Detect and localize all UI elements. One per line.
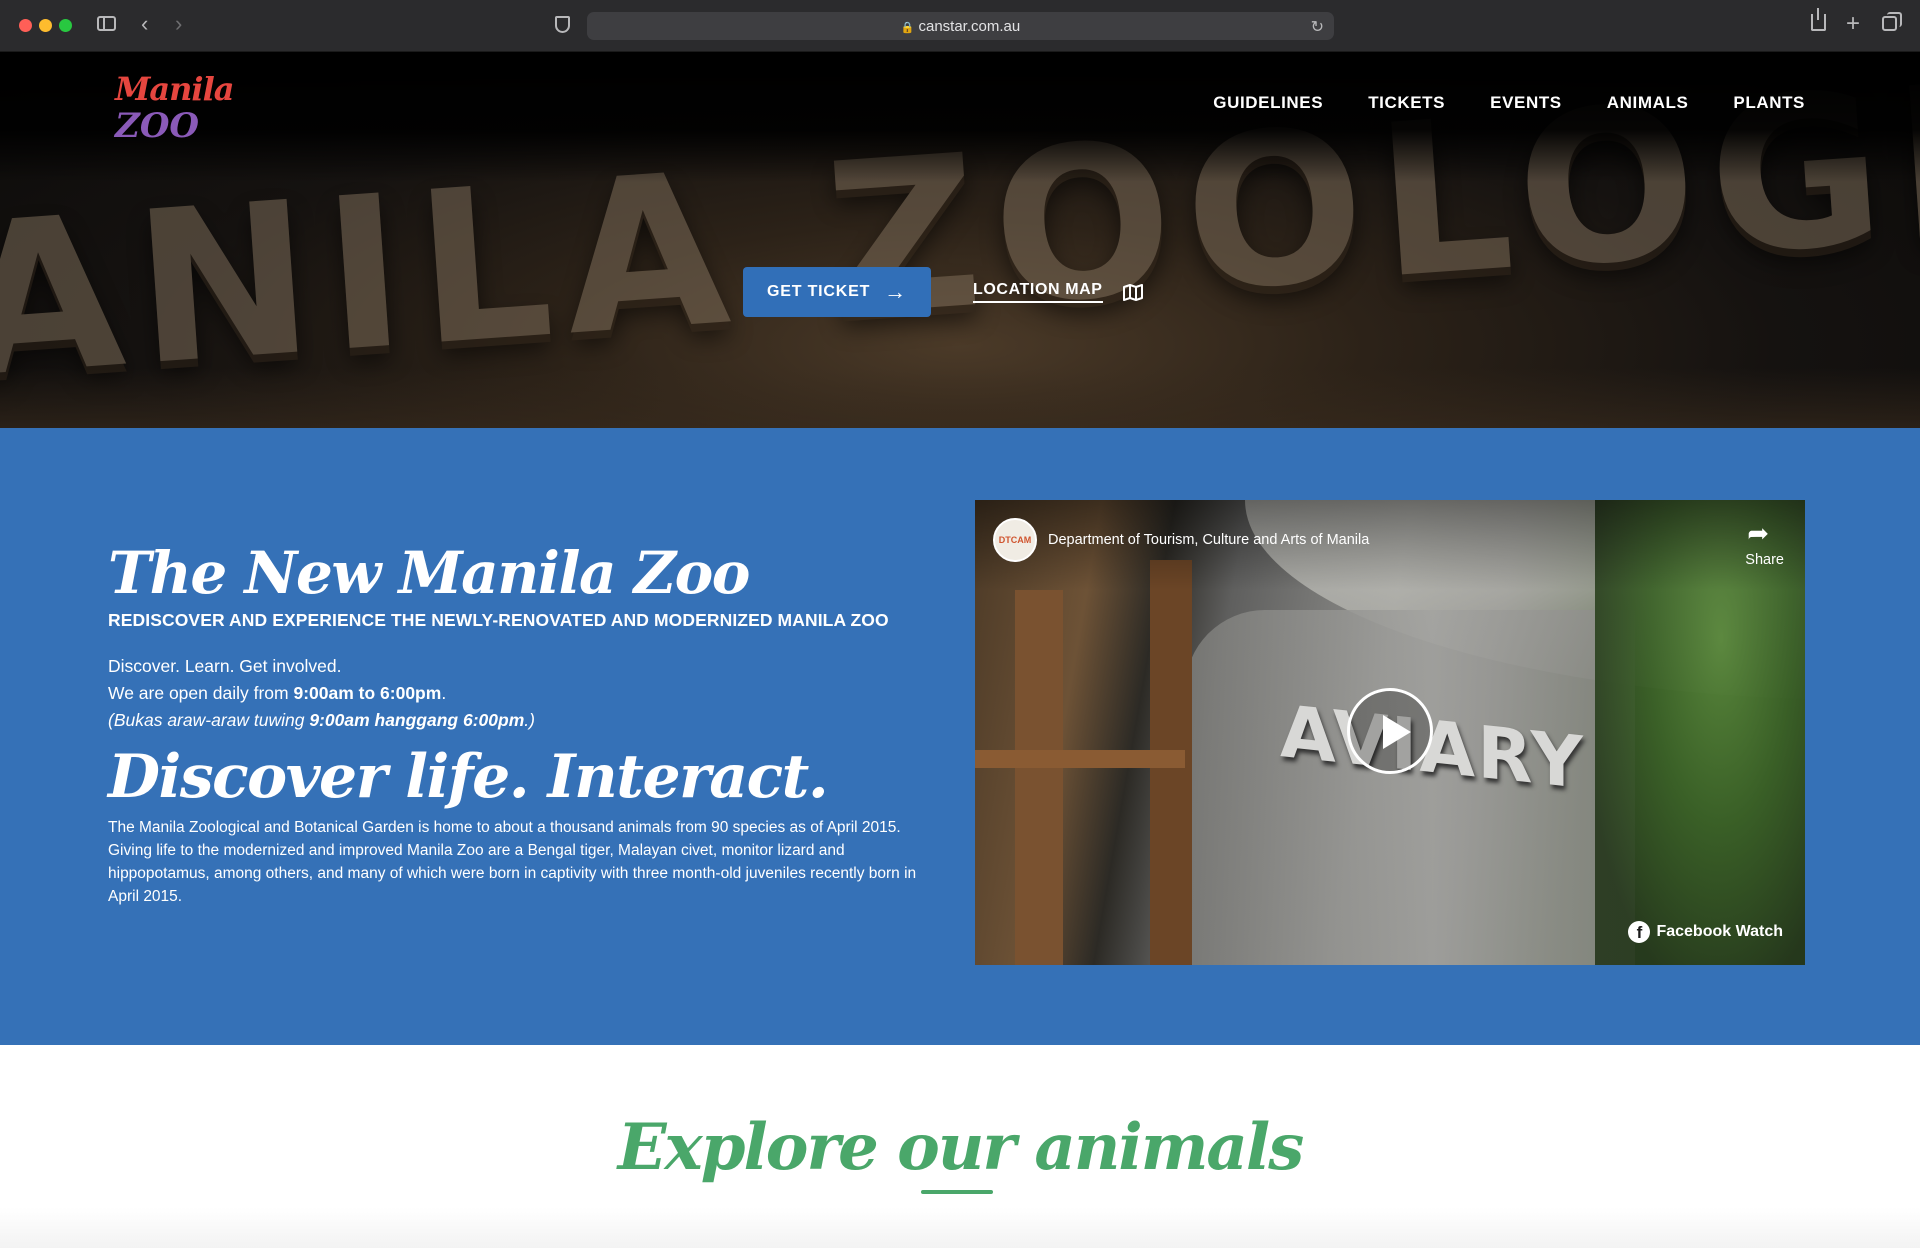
hours-en-post: . <box>441 683 447 703</box>
url-text: canstar.com.au <box>918 18 1021 35</box>
location-map-link[interactable]: LOCATION MAP <box>973 281 1103 303</box>
nav-plants[interactable]: PLANTS <box>1733 93 1805 113</box>
plus-icon[interactable]: + <box>1846 12 1860 36</box>
video-share-label[interactable]: Share <box>1745 552 1784 568</box>
hours-fil-time: 9:00am hanggang 6:00pm <box>309 710 525 730</box>
facebook-video-embed[interactable]: AVIARY DTCAM Department of Tourism, Cult… <box>975 500 1805 965</box>
logo-line-2: ZOO <box>115 106 200 146</box>
video-wood-post <box>1015 590 1063 965</box>
hours-fil-pre: (Bukas araw-araw tuwing <box>108 710 310 730</box>
minimize-window-button[interactable] <box>39 19 52 32</box>
channel-avatar[interactable]: DTCAM <box>993 518 1037 562</box>
share-icon[interactable] <box>1811 8 1826 31</box>
facebook-icon: f <box>1628 921 1651 943</box>
hours-fil-post: .) <box>524 710 535 730</box>
hero-bottom-shade <box>0 368 1920 428</box>
hours-en-pre: We are open daily from <box>108 683 294 703</box>
get-ticket-button[interactable]: GET TICKET → <box>743 267 931 317</box>
get-ticket-label: GET TICKET <box>767 283 871 300</box>
explore-section: Explore our animals <box>0 1045 1920 1248</box>
shield-icon[interactable] <box>555 16 570 33</box>
lock-icon: 🔒 <box>900 22 915 34</box>
main-nav: GUIDELINES TICKETS EVENTS ANIMALS PLANTS <box>1213 93 1805 113</box>
nav-tickets[interactable]: TICKETS <box>1368 93 1445 113</box>
tagline: Discover. Learn. Get involved. <box>108 656 342 676</box>
intro-subtitle: REDISCOVER AND EXPERIENCE THE NEWLY-RENO… <box>108 610 889 630</box>
map-icon[interactable] <box>1122 283 1143 301</box>
tabs-icon[interactable] <box>1882 12 1902 31</box>
hero-actions: GET TICKET → LOCATION MAP <box>743 267 1143 317</box>
intro-paragraph: The Manila Zoological and Botanical Gard… <box>108 819 917 905</box>
zoom-window-button[interactable] <box>59 19 72 32</box>
explore-heading: Explore our animals <box>617 1110 1304 1185</box>
video-wood-beam <box>975 750 1185 768</box>
chevron-left-icon[interactable]: ‹ <box>141 13 148 35</box>
hours-en-time: 9:00am to 6:00pm <box>293 683 442 703</box>
nav-events[interactable]: EVENTS <box>1490 93 1562 113</box>
facebook-watch-label: Facebook Watch <box>1656 923 1783 940</box>
site-header: Manila ZOO GUIDELINES TICKETS EVENTS ANI… <box>0 52 1920 156</box>
discover-heading: Discover life. Interact. <box>108 742 829 812</box>
nav-animals[interactable]: ANIMALS <box>1607 93 1689 113</box>
chevron-right-icon[interactable]: › <box>175 13 182 35</box>
page-title: The New Manila Zoo <box>108 539 750 607</box>
share-arrow-icon[interactable]: ➦ <box>1747 520 1769 546</box>
channel-name[interactable]: Department of Tourism, Culture and Arts … <box>1048 532 1369 548</box>
close-window-button[interactable] <box>19 19 32 32</box>
heading-underline <box>921 1190 993 1194</box>
url-display[interactable]: 🔒 canstar.com.au <box>587 18 1334 35</box>
facebook-watch-link[interactable]: f Facebook Watch <box>1628 921 1783 943</box>
arrow-right-icon: → <box>884 279 907 304</box>
nav-guidelines[interactable]: GUIDELINES <box>1213 93 1323 113</box>
manila-zoo-logo[interactable]: Manila ZOO <box>115 70 234 146</box>
play-icon[interactable] <box>1347 688 1433 774</box>
opening-hours: Discover. Learn. Get involved. We are op… <box>108 653 928 734</box>
sidebar-icon[interactable] <box>97 16 116 31</box>
logo-line-1: Manila <box>115 70 234 108</box>
reload-icon[interactable]: ↻ <box>1311 17 1324 37</box>
intro-section: The New Manila Zoo REDISCOVER AND EXPERI… <box>0 428 1920 1045</box>
address-bar[interactable]: 🔒 canstar.com.au ↻ <box>587 12 1334 40</box>
hours-line-en: We are open daily from 9:00am to 6:00pm. <box>108 680 928 707</box>
browser-toolbar: ‹ › 🔒 canstar.com.au ↻ + <box>0 0 1920 52</box>
intro-text-block: The New Manila Zoo REDISCOVER AND EXPERI… <box>108 542 928 908</box>
hours-line-fil: (Bukas araw-araw tuwing 9:00am hanggang … <box>108 707 928 734</box>
